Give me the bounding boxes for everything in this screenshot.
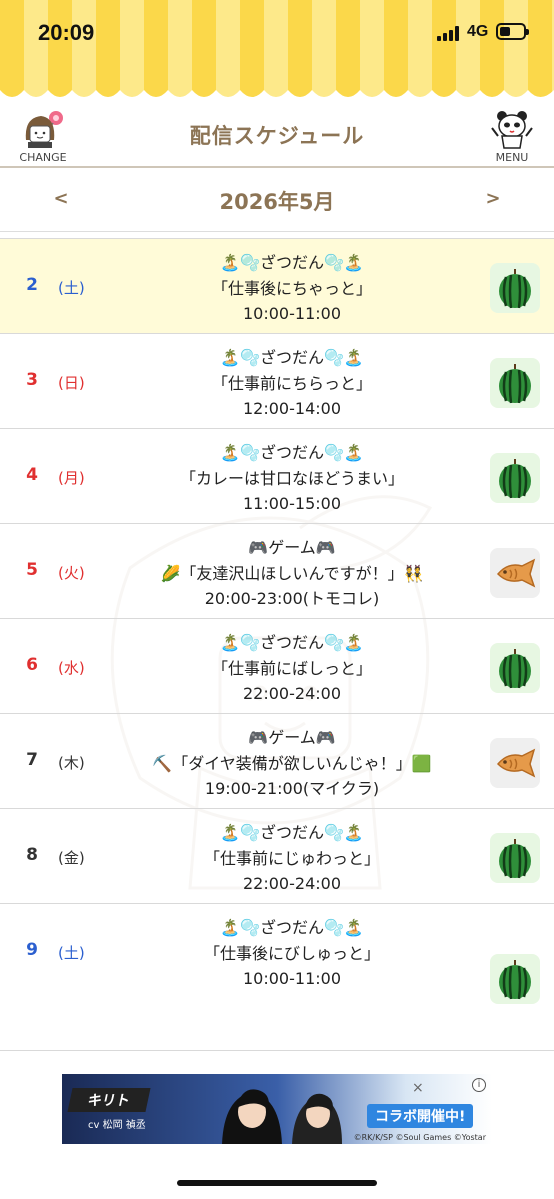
event-type: 🎮ゲーム🎮 (248, 728, 336, 747)
menu-button[interactable]: MENU (484, 106, 540, 164)
taiyaki-icon (490, 738, 540, 788)
event-type: 🏝️🫧ざつだん🫧🏝️ (220, 253, 364, 272)
event-type: 🏝️🫧ざつだん🫧🏝️ (220, 348, 364, 367)
row-day: 3 (26, 370, 38, 390)
schedule-row[interactable]: 4 (月) 🏝️🫧ざつだん🫧🏝️ 「カレーは甘口なほどうまい」 11:00-15… (0, 428, 554, 523)
event-title: ⛏️「ダイヤ装備が欲しいんじゃ！」🟩 (152, 754, 432, 773)
event-time: 20:00-23:00(トモコレ) (204, 589, 380, 608)
home-indicator[interactable] (177, 1180, 377, 1186)
status-bar: 20:09 4G (0, 0, 554, 62)
event-title: 「カレーは甘口なほどうまい」 (179, 469, 404, 488)
watermelon-icon (490, 643, 540, 693)
event-title: 🌽「友達沢山ほしいんですが！」👯 (160, 564, 424, 583)
schedule-row-partial (0, 1050, 554, 1060)
event-time: 12:00-14:00 (243, 399, 341, 418)
event-title: 「仕事後にびしゅっと」 (203, 944, 380, 963)
row-weekday: (土) (58, 944, 85, 962)
taiyaki-icon (490, 548, 540, 598)
row-day: 9 (26, 940, 38, 960)
ad-banner[interactable]: キリト cv 松岡 禎丞 × コラボ開催中! i ©RK/K/SP ©Soul … (62, 1074, 492, 1144)
schedule-row[interactable]: 6 (水) 🏝️🫧ざつだん🫧🏝️ 「仕事前にばしっと」 22:00-24:00 (0, 618, 554, 713)
ad-voice-actor: cv 松岡 禎丞 (88, 1120, 146, 1131)
ad-character-art (222, 1089, 342, 1144)
event-type: 🏝️🫧ざつだん🫧🏝️ (220, 918, 364, 937)
watermelon-icon (490, 263, 540, 313)
row-weekday: (月) (58, 469, 85, 487)
row-day: 2 (26, 275, 38, 295)
watermelon-icon (490, 954, 540, 1004)
row-day: 8 (26, 845, 38, 865)
month-title: 2026年5月 (219, 190, 335, 214)
event-title: 「仕事前にじゅわっと」 (203, 849, 380, 868)
awning-scallop (0, 90, 554, 100)
event-title: 「仕事前にちらっと」 (211, 374, 372, 393)
schedule-row[interactable]: 9 (土) 🏝️🫧ざつだん🫧🏝️ 「仕事後にびしゅっと」 10:00-11:00 (0, 903, 554, 1048)
change-label: CHANGE (19, 151, 67, 164)
schedule-list[interactable]: 2 (土) 🏝️🫧ざつだん🫧🏝️ 「仕事後にちゃっと」 10:00-11:00 … (0, 238, 554, 1060)
ad-character-name: キリト (67, 1088, 151, 1112)
ad-copyright: ©RK/K/SP ©Soul Games ©Yostar (353, 1133, 486, 1142)
event-title: 「仕事後にちゃっと」 (211, 279, 372, 298)
battery-icon (496, 23, 529, 40)
row-day: 6 (26, 655, 38, 675)
row-weekday: (日) (58, 374, 85, 392)
event-time: 11:00-15:00 (243, 494, 341, 513)
cell-signal-icon (437, 25, 461, 41)
event-time: 10:00-11:00 (243, 304, 341, 323)
schedule-row[interactable]: 3 (日) 🏝️🫧ざつだん🫧🏝️ 「仕事前にちらっと」 12:00-14:00 (0, 333, 554, 428)
ad-collab-x: × (412, 1080, 424, 1096)
event-type: 🏝️🫧ざつだん🫧🏝️ (220, 443, 364, 462)
row-weekday: (金) (58, 849, 85, 867)
ad-collab-label: コラボ開催中! (367, 1104, 474, 1128)
row-weekday: (水) (58, 659, 85, 677)
status-time: 20:09 (38, 20, 95, 45)
event-title: 「仕事前にばしっと」 (211, 659, 372, 678)
row-weekday: (火) (58, 564, 85, 582)
schedule-row[interactable]: 8 (金) 🏝️🫧ざつだん🫧🏝️ 「仕事前にじゅわっと」 22:00-24:00 (0, 808, 554, 903)
row-day: 7 (26, 750, 38, 770)
month-navigation: < 2026年5月 > (0, 170, 554, 232)
ad-info-icon[interactable]: i (472, 1078, 486, 1092)
event-time: 19:00-21:00(マイクラ) (204, 779, 380, 798)
event-type: 🏝️🫧ざつだん🫧🏝️ (220, 633, 364, 652)
watermelon-icon (490, 453, 540, 503)
panda-menu-icon (491, 111, 533, 149)
menu-label: MENU (495, 151, 529, 164)
event-time: 10:00-11:00 (243, 969, 341, 988)
schedule-row[interactable]: 7 (木) 🎮ゲーム🎮 ⛏️「ダイヤ装備が欲しいんじゃ！」🟩 19:00-21:… (0, 713, 554, 808)
event-type: 🏝️🫧ざつだん🫧🏝️ (220, 823, 364, 842)
page-title: 配信スケジュール (189, 124, 365, 148)
next-month-button[interactable]: > (478, 188, 508, 209)
row-weekday: (木) (58, 754, 85, 772)
watermelon-icon (490, 358, 540, 408)
row-weekday: (土) (58, 279, 85, 297)
app-header: CHANGE 配信スケジュール MENU (0, 100, 554, 168)
event-time: 22:00-24:00 (243, 684, 341, 703)
schedule-row[interactable]: 5 (火) 🎮ゲーム🎮 🌽「友達沢山ほしいんですが！」👯 20:00-23:00… (0, 523, 554, 618)
row-day: 4 (26, 465, 38, 485)
watermelon-icon (490, 833, 540, 883)
event-time: 22:00-24:00 (243, 874, 341, 893)
schedule-row[interactable]: 2 (土) 🏝️🫧ざつだん🫧🏝️ 「仕事後にちゃっと」 10:00-11:00 (0, 238, 554, 333)
network-type: 4G (467, 23, 489, 40)
event-type: 🎮ゲーム🎮 (248, 538, 336, 557)
row-day: 5 (26, 560, 38, 580)
